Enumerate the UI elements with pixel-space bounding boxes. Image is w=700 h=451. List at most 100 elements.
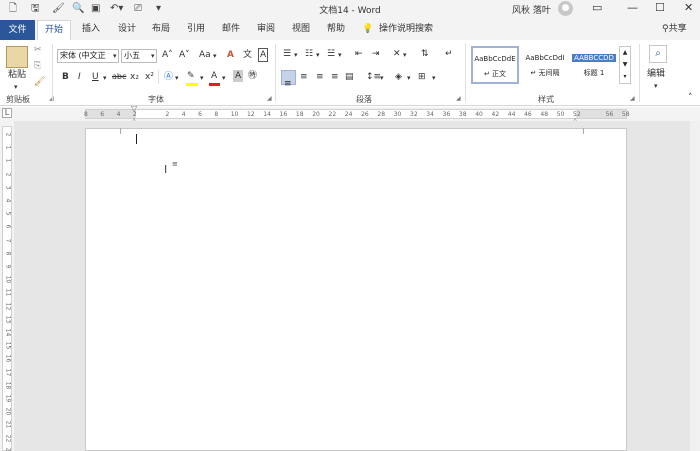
increase-indent-icon[interactable]: ⇥ (372, 48, 380, 60)
close-icon[interactable]: ✕ (684, 1, 693, 15)
italic-button[interactable]: I (78, 71, 81, 83)
ruler-tick-label: 4 (181, 111, 186, 118)
bold-button[interactable]: B (62, 71, 69, 83)
chevron-down-icon[interactable]: ▾ (338, 49, 342, 61)
multilevel-list-icon[interactable]: ☱ (327, 48, 335, 60)
line-spacing-icon[interactable]: ↕≡ (366, 71, 381, 83)
align-left-button[interactable]: ≡ (281, 70, 296, 89)
chevron-down-icon[interactable]: ▾ (222, 72, 226, 84)
tab-layout[interactable]: 布局 (152, 22, 170, 36)
justify-icon[interactable]: ≡ (331, 71, 339, 83)
subscript-button[interactable]: x₂ (130, 71, 139, 83)
borders-icon[interactable]: ⊞ (418, 71, 426, 83)
tab-file[interactable]: 文件 (0, 20, 35, 40)
chevron-down-icon[interactable]: ▾ (294, 49, 298, 61)
tab-design[interactable]: 设计 (118, 22, 136, 36)
tab-review[interactable]: 审阅 (257, 22, 275, 36)
style-no-spacing[interactable]: AaBbCcDdI ↵ 无间隔 (521, 46, 569, 84)
clear-formatting-button[interactable]: A (227, 49, 234, 61)
chevron-down-icon[interactable]: ▾ (316, 49, 320, 61)
margin-corner-mark (583, 128, 584, 134)
paste-dropdown-icon[interactable]: ▾ (14, 81, 18, 93)
vertical-scrollbar[interactable] (690, 121, 700, 451)
tab-insert[interactable]: 插入 (82, 22, 100, 36)
ruler-tick-label: 17 (4, 368, 12, 376)
first-line-indent-marker[interactable]: ▽ (131, 104, 137, 113)
divider (275, 44, 276, 102)
chinese-layout-icon[interactable]: ✕ (393, 48, 401, 60)
maximize-icon[interactable]: ☐ (655, 1, 665, 15)
chevron-down-icon[interactable]: ▾ (432, 72, 436, 84)
strikethrough-button[interactable]: abc (112, 71, 126, 83)
tab-home[interactable]: 开始 (37, 20, 71, 40)
phonetic-guide-button[interactable]: 文 (243, 49, 252, 61)
shrink-font-button[interactable]: A˅ (179, 49, 190, 61)
paste-button[interactable]: 粘贴 (8, 69, 26, 81)
chevron-down-icon[interactable]: ▼ (620, 59, 630, 71)
change-case-button[interactable]: Aa (199, 49, 211, 61)
chevron-down-icon[interactable]: ▾ (403, 49, 407, 61)
numbering-icon[interactable]: ☷ (305, 48, 313, 60)
paste-icon[interactable] (6, 46, 28, 68)
align-right-icon[interactable]: ≡ (316, 71, 324, 83)
chevron-down-icon[interactable]: ▾ (113, 50, 117, 62)
tab-mailings[interactable]: 邮件 (222, 22, 240, 36)
shading-icon[interactable]: ◈ (395, 71, 402, 83)
tab-references[interactable]: 引用 (187, 22, 205, 36)
underline-button[interactable]: U (92, 71, 99, 83)
ruler-tick-label: 10 (4, 275, 12, 284)
cut-icon[interactable]: ✂ (34, 44, 42, 56)
collapse-ribbon-icon[interactable]: ˄ (688, 92, 693, 104)
horizontal-ruler-track[interactable]: 8 6 4 2 2 4 6 8 10 12 14 16 18 20 22 24 26 28 30 32 34 36 38 40… (84, 109, 630, 119)
show-marks-icon[interactable]: ↵ (445, 48, 453, 60)
style-heading-1[interactable]: AABBCCDD 标题 1 (571, 46, 617, 84)
chevron-down-icon[interactable]: ▾ (380, 72, 384, 84)
minimize-icon[interactable]: — (627, 1, 638, 15)
tell-me-search[interactable]: 操作说明搜索 (379, 22, 433, 36)
chevron-down-icon[interactable]: ▾ (407, 72, 411, 84)
more-styles-icon[interactable]: ▾ (620, 71, 630, 83)
chevron-down-icon[interactable]: ▾ (151, 50, 155, 62)
copy-icon[interactable]: ⎘ (34, 60, 41, 72)
ribbon-display-icon[interactable]: ▭ (592, 1, 602, 15)
tab-selector-icon[interactable]: L (2, 108, 12, 118)
superscript-button[interactable]: x² (145, 71, 154, 83)
text-effects-icon[interactable]: Ⓐ (164, 71, 173, 83)
highlight-icon[interactable]: ✎ (187, 70, 195, 82)
avatar[interactable]: ● (558, 1, 573, 16)
search-icon[interactable]: ⌕ (649, 45, 667, 63)
divider (158, 70, 159, 84)
user-name[interactable]: 风秋 落叶 (512, 3, 551, 16)
bullets-icon[interactable]: ☰ (283, 48, 291, 60)
font-name-select[interactable]: 宋体 (中文正 (57, 49, 119, 63)
enclose-char-icon[interactable]: ㊕ (248, 70, 257, 82)
char-border-icon[interactable]: A (258, 48, 269, 62)
chevron-down-icon[interactable]: ▾ (213, 50, 217, 62)
decrease-indent-icon[interactable]: ⇤ (355, 48, 363, 60)
style-normal[interactable]: AaBbCcDdE ↵ 正文 (471, 46, 519, 84)
editing-button[interactable]: 编辑 (647, 68, 665, 80)
font-launcher-icon[interactable]: ◢ (267, 95, 272, 102)
vertical-ruler-track[interactable]: 211234567891011121314151617181920212223 (2, 126, 12, 451)
chevron-up-icon[interactable]: ▲ (620, 47, 630, 59)
ruler-margin-left (86, 110, 136, 118)
distribute-icon[interactable]: ▤ (345, 71, 354, 83)
grow-font-button[interactable]: A˄ (162, 49, 173, 61)
share-button[interactable]: ⚲共享 (662, 22, 687, 36)
chevron-down-icon[interactable]: ▾ (654, 80, 658, 92)
paragraph-launcher-icon[interactable]: ◢ (456, 95, 461, 102)
align-center-icon[interactable]: ≡ (300, 71, 308, 83)
sort-icon[interactable]: ⇅ (421, 48, 429, 60)
char-shading-icon[interactable]: A (233, 70, 244, 82)
chevron-down-icon[interactable]: ▾ (200, 72, 204, 84)
chevron-down-icon[interactable]: ▾ (175, 72, 179, 84)
tab-help[interactable]: 帮助 (327, 22, 345, 36)
document-page[interactable] (85, 128, 627, 451)
font-color-icon[interactable]: A (211, 70, 217, 82)
styles-launcher-icon[interactable]: ◢ (630, 95, 635, 102)
chevron-down-icon[interactable]: ▾ (103, 72, 107, 84)
format-painter-ribbon-icon[interactable]: 🖌 (34, 76, 45, 88)
styles-scroll[interactable]: ▲ ▼ ▾ (619, 46, 631, 84)
tab-view[interactable]: 视图 (292, 22, 310, 36)
ribbon-home: 粘贴 ▾ ✂ ⎘ 🖌 剪贴板 ◢ 宋体 (中文正 ▾ 小五 ▾ A˄ A˅ Aa… (0, 40, 700, 106)
